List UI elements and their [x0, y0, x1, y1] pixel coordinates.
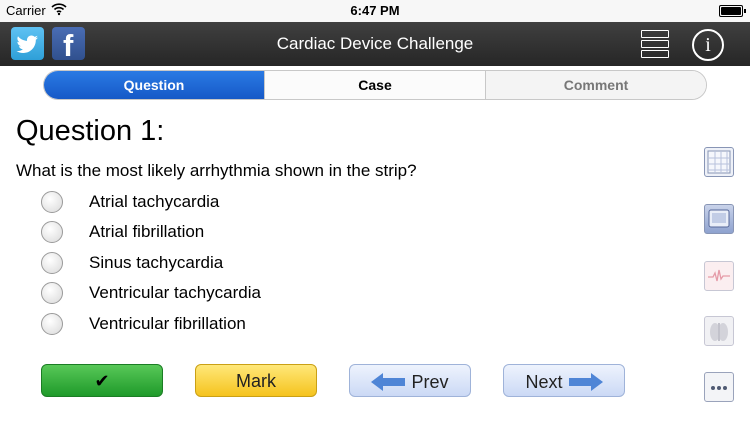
- question-heading: Question 1:: [16, 115, 165, 147]
- check-answer-button[interactable]: ✔: [41, 364, 163, 397]
- answer-option[interactable]: Ventricular fibrillation: [41, 313, 421, 337]
- answer-option-label: Ventricular fibrillation: [89, 314, 246, 333]
- segmented-tabs: Question Case Comment: [43, 70, 707, 100]
- tab-case[interactable]: Case: [265, 71, 486, 99]
- answer-option-label: Atrial fibrillation: [89, 222, 205, 241]
- info-icon[interactable]: i: [692, 29, 724, 61]
- radio-button[interactable]: [41, 191, 63, 213]
- prev-label: Prev: [411, 371, 449, 392]
- radio-button[interactable]: [41, 282, 63, 304]
- answer-option[interactable]: Ventricular tachycardia: [41, 282, 421, 306]
- next-label: Next: [525, 371, 563, 392]
- arrow-left-icon: [371, 373, 406, 392]
- waveform-icon[interactable]: [704, 261, 734, 291]
- monitor-icon[interactable]: [704, 204, 734, 234]
- answer-option-label: Sinus tachycardia: [89, 253, 224, 272]
- radio-button[interactable]: [41, 252, 63, 274]
- radio-button[interactable]: [41, 221, 63, 243]
- radio-button[interactable]: [41, 313, 63, 335]
- question-text: What is the most likely arrhythmia shown…: [16, 161, 417, 180]
- menu-list-icon[interactable]: [641, 30, 669, 58]
- arrow-right-icon: [568, 373, 603, 392]
- status-bar: Carrier 6:47 PM: [0, 0, 750, 22]
- page-title: Cardiac Device Challenge: [276, 34, 474, 53]
- tab-comment[interactable]: Comment: [486, 71, 706, 99]
- answer-option[interactable]: Sinus tachycardia: [41, 252, 421, 276]
- checkmark-icon: ✔: [94, 371, 110, 391]
- answer-option[interactable]: Atrial fibrillation: [41, 221, 421, 245]
- tab-question[interactable]: Question: [44, 71, 265, 99]
- answer-option-label: Atrial tachycardia: [89, 192, 220, 211]
- answer-option[interactable]: Atrial tachycardia: [41, 191, 421, 215]
- prev-button[interactable]: Prev: [349, 364, 471, 397]
- mark-button[interactable]: Mark: [195, 364, 317, 397]
- next-button[interactable]: Next: [503, 364, 625, 397]
- more-icon[interactable]: [704, 372, 734, 402]
- clock: 6:47 PM: [350, 3, 400, 18]
- battery-icon: [719, 5, 746, 17]
- answer-option-label: Ventricular tachycardia: [89, 283, 261, 302]
- ecg-grid-icon[interactable]: [704, 147, 734, 177]
- chest-xray-icon[interactable]: [704, 316, 734, 346]
- navigation-bar: f Cardiac Device Challenge i: [0, 22, 750, 66]
